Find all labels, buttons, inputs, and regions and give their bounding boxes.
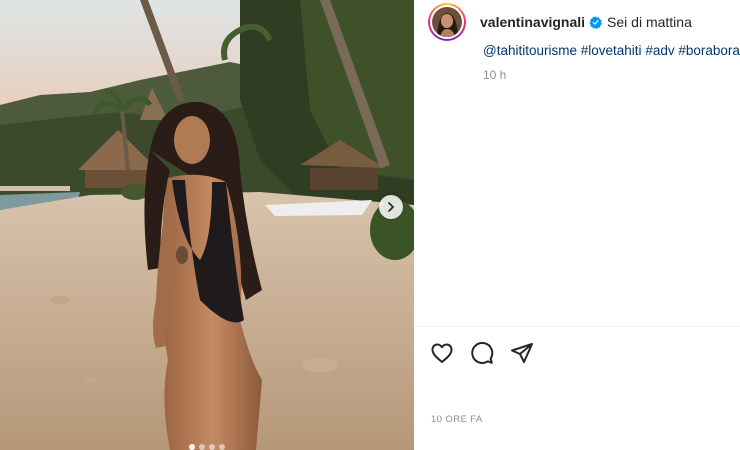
username-link[interactable]: valentinavignali	[480, 14, 585, 30]
post-timestamp: 10 ORE FA	[431, 414, 483, 425]
send-icon	[511, 343, 533, 363]
verified-badge-icon	[589, 15, 603, 29]
hashtag-link[interactable]: #adv	[645, 43, 674, 58]
beach-photo	[0, 0, 414, 450]
caption-age: 10 h	[483, 68, 507, 82]
carousel-dot	[199, 444, 205, 450]
heart-icon	[431, 343, 453, 363]
carousel-dot	[189, 444, 195, 450]
action-bar	[430, 341, 534, 365]
like-button[interactable]	[430, 341, 454, 365]
carousel-dot	[209, 444, 215, 450]
profile-photo	[432, 7, 462, 37]
chevron-right-icon	[388, 202, 394, 212]
post-media[interactable]	[0, 0, 414, 450]
post-info-panel: valentinavignali Sei di mattina @tahitit…	[414, 0, 740, 450]
mention-link[interactable]: @tahititourisme	[483, 43, 577, 58]
caption-text: Sei di mattina	[607, 14, 692, 30]
avatar[interactable]	[428, 3, 466, 41]
next-media-button[interactable]	[379, 195, 403, 219]
carousel-dot	[219, 444, 225, 450]
share-button[interactable]	[510, 341, 534, 365]
comment-icon	[471, 342, 494, 364]
avatar-image	[432, 7, 462, 37]
hashtag-link[interactable]: #lovetahiti	[581, 43, 642, 58]
comment-button[interactable]	[470, 341, 494, 365]
post-header: valentinavignali Sei di mattina	[428, 3, 692, 41]
carousel-indicator	[0, 444, 414, 450]
divider	[414, 326, 740, 327]
caption-tags: @tahititourisme #lovetahiti #adv #borabo…	[483, 43, 740, 58]
hashtag-link[interactable]: #borabora	[678, 43, 740, 58]
